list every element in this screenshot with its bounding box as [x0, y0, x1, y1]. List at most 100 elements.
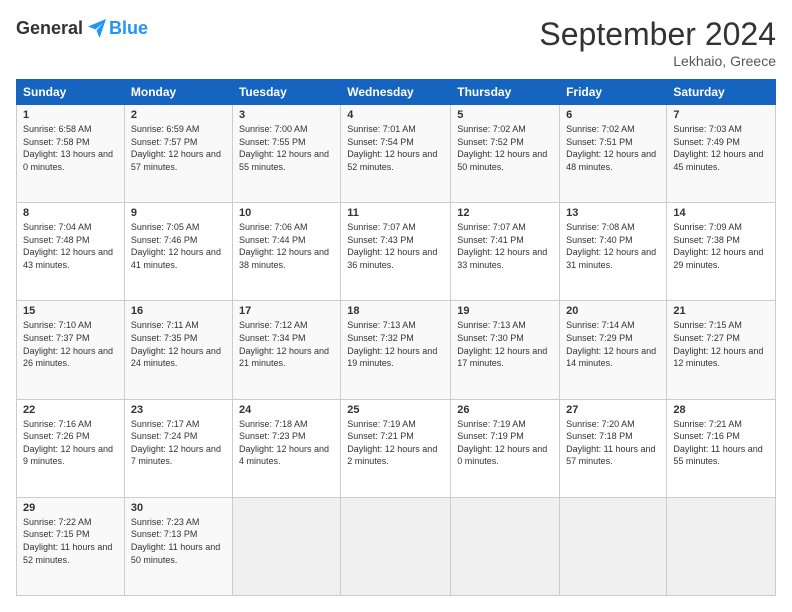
header-cell-wednesday: Wednesday	[341, 80, 451, 105]
day-number: 9	[131, 207, 226, 219]
logo: General Blue	[16, 16, 148, 40]
day-number: 14	[673, 207, 769, 219]
day-info: Sunrise: 7:12 AMSunset: 7:34 PMDaylight:…	[239, 319, 334, 369]
header-cell-saturday: Saturday	[667, 80, 776, 105]
day-number: 20	[566, 305, 660, 317]
title-block: September 2024 Lekhaio, Greece	[539, 16, 776, 69]
header-cell-thursday: Thursday	[451, 80, 560, 105]
day-number: 8	[23, 207, 118, 219]
day-number: 29	[23, 502, 118, 514]
header-cell-sunday: Sunday	[17, 80, 125, 105]
day-number: 19	[457, 305, 553, 317]
day-info: Sunrise: 7:23 AMSunset: 7:13 PMDaylight:…	[131, 516, 226, 566]
day-cell	[560, 497, 667, 595]
day-number: 28	[673, 404, 769, 416]
week-row-4: 29 Sunrise: 7:22 AMSunset: 7:15 PMDayligh…	[17, 497, 776, 595]
day-cell	[451, 497, 560, 595]
day-info: Sunrise: 7:02 AMSunset: 7:51 PMDaylight:…	[566, 123, 660, 173]
day-cell: 7Sunrise: 7:03 AMSunset: 7:49 PMDaylight…	[667, 105, 776, 203]
day-info: Sunrise: 6:58 AMSunset: 7:58 PMDaylight:…	[23, 123, 118, 173]
day-cell: 19 Sunrise: 7:13 AMSunset: 7:30 PMDayligh…	[451, 301, 560, 399]
day-number: 27	[566, 404, 660, 416]
day-number: 21	[673, 305, 769, 317]
day-info: Sunrise: 7:10 AMSunset: 7:37 PMDaylight:…	[23, 319, 118, 369]
day-cell: 28Sunrise: 7:21 AMSunset: 7:16 PMDayligh…	[667, 399, 776, 497]
day-number: 10	[239, 207, 334, 219]
day-number: 7	[673, 109, 769, 121]
day-info: Sunrise: 7:13 AMSunset: 7:30 PMDaylight:…	[457, 319, 553, 369]
day-cell: 12Sunrise: 7:07 AMSunset: 7:41 PMDayligh…	[451, 203, 560, 301]
day-number: 17	[239, 305, 334, 317]
day-number: 5	[457, 109, 553, 121]
day-info: Sunrise: 7:18 AMSunset: 7:23 PMDaylight:…	[239, 418, 334, 468]
day-cell: 13 Sunrise: 7:08 AMSunset: 7:40 PMDayligh…	[560, 203, 667, 301]
day-info: Sunrise: 7:01 AMSunset: 7:54 PMDaylight:…	[347, 123, 444, 173]
day-cell: 25 Sunrise: 7:19 AMSunset: 7:21 PMDayligh…	[341, 399, 451, 497]
day-cell: 10 Sunrise: 7:06 AMSunset: 7:44 PMDayligh…	[232, 203, 340, 301]
day-info: Sunrise: 7:06 AMSunset: 7:44 PMDaylight:…	[239, 221, 334, 271]
header: General Blue September 2024 Lekhaio, Gre…	[16, 16, 776, 69]
day-info: Sunrise: 7:08 AMSunset: 7:40 PMDaylight:…	[566, 221, 660, 271]
day-cell: 15 Sunrise: 7:10 AMSunset: 7:37 PMDayligh…	[17, 301, 125, 399]
day-number: 25	[347, 404, 444, 416]
day-cell: 6Sunrise: 7:02 AMSunset: 7:51 PMDaylight…	[560, 105, 667, 203]
week-row-2: 15 Sunrise: 7:10 AMSunset: 7:37 PMDayligh…	[17, 301, 776, 399]
day-cell: 5 Sunrise: 7:02 AMSunset: 7:52 PMDaylight…	[451, 105, 560, 203]
day-cell: 22Sunrise: 7:16 AMSunset: 7:26 PMDayligh…	[17, 399, 125, 497]
logo-blue: Blue	[109, 18, 148, 39]
day-info: Sunrise: 7:17 AMSunset: 7:24 PMDaylight:…	[131, 418, 226, 468]
header-cell-friday: Friday	[560, 80, 667, 105]
day-number: 4	[347, 109, 444, 121]
logo-icon	[85, 16, 109, 40]
month-title: September 2024	[539, 16, 776, 53]
day-number: 12	[457, 207, 553, 219]
day-cell: 3Sunrise: 7:00 AMSunset: 7:55 PMDaylight…	[232, 105, 340, 203]
day-number: 24	[239, 404, 334, 416]
week-row-3: 22Sunrise: 7:16 AMSunset: 7:26 PMDayligh…	[17, 399, 776, 497]
day-cell: 20 Sunrise: 7:14 AMSunset: 7:29 PMDayligh…	[560, 301, 667, 399]
day-cell: 24 Sunrise: 7:18 AMSunset: 7:23 PMDayligh…	[232, 399, 340, 497]
location-title: Lekhaio, Greece	[539, 53, 776, 69]
day-cell: 11 Sunrise: 7:07 AMSunset: 7:43 PMDayligh…	[341, 203, 451, 301]
day-cell: 26 Sunrise: 7:19 AMSunset: 7:19 PMDayligh…	[451, 399, 560, 497]
day-number: 26	[457, 404, 553, 416]
week-row-1: 8Sunrise: 7:04 AMSunset: 7:48 PMDaylight…	[17, 203, 776, 301]
day-info: Sunrise: 7:07 AMSunset: 7:43 PMDaylight:…	[347, 221, 444, 271]
day-cell: 2Sunrise: 6:59 AMSunset: 7:57 PMDaylight…	[124, 105, 232, 203]
day-cell: 14 Sunrise: 7:09 AMSunset: 7:38 PMDayligh…	[667, 203, 776, 301]
day-number: 23	[131, 404, 226, 416]
day-number: 13	[566, 207, 660, 219]
day-cell: 16Sunrise: 7:11 AMSunset: 7:35 PMDayligh…	[124, 301, 232, 399]
day-info: Sunrise: 7:09 AMSunset: 7:38 PMDaylight:…	[673, 221, 769, 271]
day-info: Sunrise: 7:02 AMSunset: 7:52 PMDaylight:…	[457, 123, 553, 173]
header-row: SundayMondayTuesdayWednesdayThursdayFrid…	[17, 80, 776, 105]
day-number: 2	[131, 109, 226, 121]
day-info: Sunrise: 7:15 AMSunset: 7:27 PMDaylight:…	[673, 319, 769, 369]
day-number: 30	[131, 502, 226, 514]
day-info: Sunrise: 7:14 AMSunset: 7:29 PMDaylight:…	[566, 319, 660, 369]
day-info: Sunrise: 7:22 AMSunset: 7:15 PMDaylight:…	[23, 516, 118, 566]
day-info: Sunrise: 7:11 AMSunset: 7:35 PMDaylight:…	[131, 319, 226, 369]
day-number: 22	[23, 404, 118, 416]
day-cell: 8Sunrise: 7:04 AMSunset: 7:48 PMDaylight…	[17, 203, 125, 301]
day-info: Sunrise: 7:19 AMSunset: 7:21 PMDaylight:…	[347, 418, 444, 468]
day-info: Sunrise: 7:19 AMSunset: 7:19 PMDaylight:…	[457, 418, 553, 468]
day-cell: 1Sunrise: 6:58 AMSunset: 7:58 PMDaylight…	[17, 105, 125, 203]
day-cell: 17 Sunrise: 7:12 AMSunset: 7:34 PMDayligh…	[232, 301, 340, 399]
day-cell: 23 Sunrise: 7:17 AMSunset: 7:24 PMDayligh…	[124, 399, 232, 497]
day-number: 15	[23, 305, 118, 317]
calendar-page: General Blue September 2024 Lekhaio, Gre…	[0, 0, 792, 612]
day-cell	[667, 497, 776, 595]
day-cell	[341, 497, 451, 595]
day-cell: 9 Sunrise: 7:05 AMSunset: 7:46 PMDaylight…	[124, 203, 232, 301]
day-number: 11	[347, 207, 444, 219]
day-number: 3	[239, 109, 334, 121]
day-info: Sunrise: 7:05 AMSunset: 7:46 PMDaylight:…	[131, 221, 226, 271]
day-cell: 4 Sunrise: 7:01 AMSunset: 7:54 PMDaylight…	[341, 105, 451, 203]
day-cell: 27Sunrise: 7:20 AMSunset: 7:18 PMDayligh…	[560, 399, 667, 497]
calendar-table: SundayMondayTuesdayWednesdayThursdayFrid…	[16, 79, 776, 596]
header-cell-monday: Monday	[124, 80, 232, 105]
logo-general: General	[16, 18, 83, 39]
day-cell: 18Sunrise: 7:13 AMSunset: 7:32 PMDayligh…	[341, 301, 451, 399]
week-row-0: 1Sunrise: 6:58 AMSunset: 7:58 PMDaylight…	[17, 105, 776, 203]
